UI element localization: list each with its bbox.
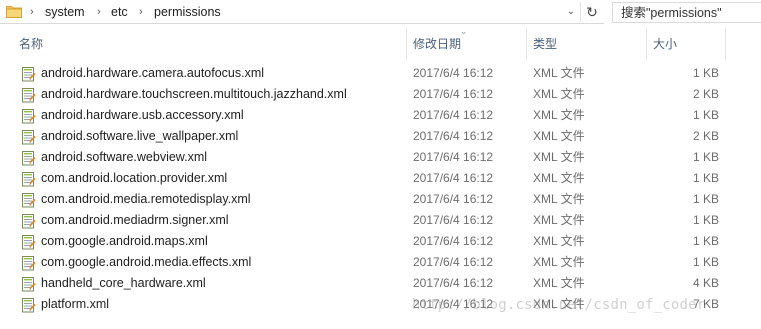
xml-file-icon	[21, 87, 36, 103]
column-header-size[interactable]: 大小	[653, 33, 677, 55]
column-header-name[interactable]: 名称	[19, 33, 43, 55]
file-row[interactable]: android.software.live_wallpaper.xml 2017/…	[0, 126, 761, 147]
xml-file-icon	[21, 66, 36, 82]
breadcrumb-separator[interactable]: ›	[30, 4, 34, 20]
file-size: 2 KB	[692, 129, 719, 143]
file-size: 4 KB	[692, 276, 719, 290]
column-divider[interactable]	[526, 28, 527, 60]
file-row[interactable]: com.google.android.media.effects.xml 2017…	[0, 252, 761, 273]
file-size: 1 KB	[692, 150, 719, 164]
file-row[interactable]: com.android.mediadrm.signer.xml 2017/6/4 …	[0, 210, 761, 231]
file-modified: 2017/6/4 16:12	[413, 213, 494, 227]
xml-file-icon	[21, 276, 36, 292]
file-type: XML 文件	[533, 234, 585, 248]
file-size: 1 KB	[692, 234, 719, 248]
file-list: android.hardware.camera.autofocus.xml 201…	[0, 63, 761, 315]
file-modified: 2017/6/4 16:12	[413, 150, 494, 164]
file-modified: 2017/6/4 16:12	[413, 171, 494, 185]
file-size: 1 KB	[692, 192, 719, 206]
file-name: android.hardware.touchscreen.multitouch.…	[41, 87, 347, 101]
xml-file-icon	[21, 255, 36, 271]
file-modified: 2017/6/4 16:12	[413, 255, 494, 269]
file-type: XML 文件	[533, 129, 585, 143]
file-name: com.android.location.provider.xml	[41, 171, 228, 185]
file-modified: 2017/6/4 16:12	[413, 276, 494, 290]
file-name: com.android.media.remotedisplay.xml	[41, 192, 251, 206]
file-row[interactable]: handheld_core_hardware.xml 2017/6/4 16:12…	[0, 273, 761, 294]
folder-icon	[6, 6, 22, 18]
file-modified: 2017/6/4 16:12	[413, 66, 494, 80]
file-size: 1 KB	[692, 171, 719, 185]
xml-file-icon	[21, 213, 36, 229]
file-name: android.hardware.usb.accessory.xml	[41, 108, 244, 122]
breadcrumb-permissions[interactable]: permissions	[154, 4, 221, 20]
sort-arrow-icon: ⌄	[460, 26, 468, 36]
breadcrumb-separator[interactable]: ›	[97, 4, 101, 20]
file-row[interactable]: android.hardware.usb.accessory.xml 2017/6…	[0, 105, 761, 126]
file-size: 1 KB	[692, 66, 719, 80]
file-modified: 2017/6/4 16:12	[413, 192, 494, 206]
file-row[interactable]: android.software.webview.xml 2017/6/4 16:…	[0, 147, 761, 168]
file-type: XML 文件	[533, 171, 585, 185]
file-row[interactable]: com.android.media.remotedisplay.xml 2017/…	[0, 189, 761, 210]
breadcrumb-separator[interactable]: ›	[139, 4, 143, 20]
file-size: 2 KB	[692, 87, 719, 101]
breadcrumb-etc[interactable]: etc	[111, 4, 128, 20]
file-row[interactable]: com.google.android.maps.xml 2017/6/4 16:1…	[0, 231, 761, 252]
file-name: android.hardware.camera.autofocus.xml	[41, 66, 265, 80]
breadcrumb-system[interactable]: system	[45, 4, 85, 20]
column-header-modified[interactable]: 修改日期	[413, 33, 461, 55]
file-type: XML 文件	[533, 108, 585, 122]
file-type: XML 文件	[533, 66, 585, 80]
address-bar[interactable]: › system › etc › permissions ⌄ ↻	[0, 0, 604, 24]
file-size: 1 KB	[692, 213, 719, 227]
file-type: XML 文件	[533, 213, 585, 227]
file-name: com.google.android.maps.xml	[41, 234, 208, 248]
xml-file-icon	[21, 108, 36, 124]
column-divider[interactable]	[725, 28, 726, 60]
xml-file-icon	[21, 129, 36, 145]
xml-file-icon	[21, 150, 36, 166]
file-type: XML 文件	[533, 255, 585, 269]
search-input[interactable]	[621, 5, 757, 21]
file-modified: 2017/6/4 16:12	[413, 108, 494, 122]
file-name: handheld_core_hardware.xml	[41, 276, 206, 290]
file-type: XML 文件	[533, 276, 585, 290]
file-modified: 2017/6/4 16:12	[413, 234, 494, 248]
file-size: 1 KB	[692, 255, 719, 269]
file-name: platform.xml	[41, 297, 110, 311]
file-name: com.google.android.media.effects.xml	[41, 255, 252, 269]
file-type: XML 文件	[533, 87, 585, 101]
column-header-type[interactable]: 类型	[533, 33, 557, 55]
file-type: XML 文件	[533, 150, 585, 164]
file-name: android.software.live_wallpaper.xml	[41, 129, 239, 143]
xml-file-icon	[21, 234, 36, 250]
file-row[interactable]: com.android.location.provider.xml 2017/6/…	[0, 168, 761, 189]
refresh-icon[interactable]: ↻	[580, 2, 603, 22]
file-size: 1 KB	[692, 108, 719, 122]
file-modified: 2017/6/4 16:12	[413, 129, 494, 143]
column-divider[interactable]	[646, 28, 647, 60]
watermark: http://blog.csdn.net/csdn_of_coder	[412, 297, 706, 313]
column-divider[interactable]	[406, 28, 407, 60]
chevron-down-icon[interactable]: ⌄	[563, 3, 579, 21]
xml-file-icon	[21, 297, 36, 313]
search-box[interactable]	[612, 2, 761, 23]
file-modified: 2017/6/4 16:12	[413, 87, 494, 101]
file-row[interactable]: android.hardware.camera.autofocus.xml 201…	[0, 63, 761, 84]
xml-file-icon	[21, 171, 36, 187]
file-name: com.android.mediadrm.signer.xml	[41, 213, 229, 227]
file-row[interactable]: android.hardware.touchscreen.multitouch.…	[0, 84, 761, 105]
xml-file-icon	[21, 192, 36, 208]
file-name: android.software.webview.xml	[41, 150, 208, 164]
file-type: XML 文件	[533, 192, 585, 206]
